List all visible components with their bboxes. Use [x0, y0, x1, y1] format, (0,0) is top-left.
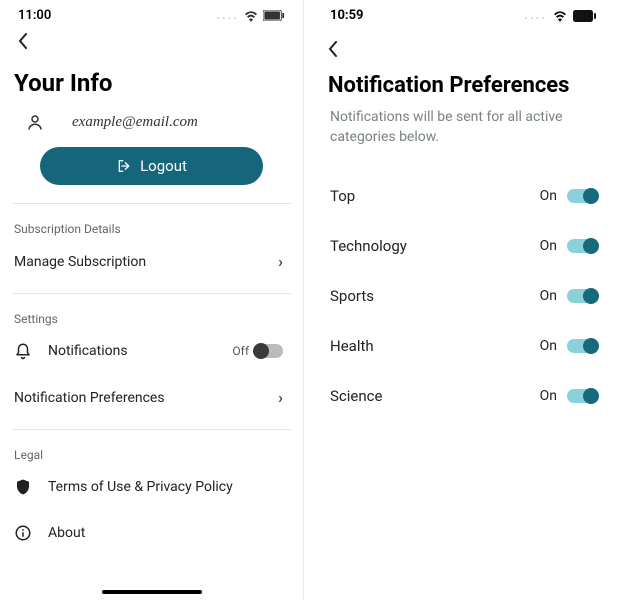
battery-icon: [573, 10, 597, 22]
divider: [12, 293, 291, 294]
toggle-thumb: [253, 343, 269, 359]
notifications-label: Notifications: [48, 343, 128, 359]
status-bar: 11:00 ....: [0, 0, 303, 27]
wifi-icon: [552, 10, 568, 22]
pref-state: On: [540, 288, 557, 304]
manage-subscription-label: Manage Subscription: [14, 254, 146, 270]
logout-icon: [116, 158, 132, 174]
notifications-item[interactable]: Notifications Off: [0, 328, 303, 374]
notification-preferences-item[interactable]: Notification Preferences ›: [0, 374, 303, 421]
back-button[interactable]: [0, 27, 303, 59]
divider: [12, 203, 291, 204]
toggle-thumb: [583, 388, 599, 404]
about-label: About: [48, 525, 85, 541]
wifi-icon: [243, 10, 259, 22]
page-subtitle: Notifications will be sent for all activ…: [330, 108, 597, 147]
manage-subscription-item[interactable]: Manage Subscription ›: [0, 238, 303, 285]
battery-icon: [263, 10, 285, 21]
home-indicator[interactable]: [102, 590, 202, 594]
pref-item-sports: Sports On: [312, 271, 615, 321]
page-title: Notification Preferences: [328, 73, 599, 98]
divider: [12, 429, 291, 430]
pref-label: Top: [330, 187, 355, 205]
your-info-screen: 11:00 .... Your Info example@email.com L…: [0, 0, 304, 600]
user-row: example@email.com: [0, 109, 303, 141]
pref-label: Science: [330, 387, 382, 405]
chevron-right-icon: ›: [278, 388, 283, 407]
toggle-track: [255, 344, 283, 358]
back-button[interactable]: [312, 27, 615, 67]
pref-item-top: Top On: [312, 171, 615, 221]
toggle-thumb: [583, 288, 599, 304]
status-time: 10:59: [330, 8, 364, 23]
pref-toggle[interactable]: [567, 289, 597, 303]
pref-state: On: [540, 338, 557, 354]
pref-item-health: Health On: [312, 321, 615, 371]
notification-preferences-label: Notification Preferences: [14, 390, 165, 406]
pref-item-science: Science On: [312, 371, 615, 421]
notifications-toggle[interactable]: Off: [232, 344, 283, 358]
notifications-state: Off: [232, 344, 249, 358]
user-email: example@email.com: [72, 114, 198, 131]
pref-label: Health: [330, 337, 374, 355]
status-icons: ....: [216, 8, 285, 23]
shield-icon: [14, 478, 32, 496]
notification-preferences-screen: 10:59 .... Notification Preferences Noti…: [304, 0, 623, 600]
pref-state: On: [540, 188, 557, 204]
chevron-right-icon: ›: [278, 252, 283, 271]
bell-icon: [14, 342, 32, 360]
pref-toggle[interactable]: [567, 239, 597, 253]
status-bar: 10:59 ....: [312, 0, 615, 27]
pref-toggle[interactable]: [567, 189, 597, 203]
toggle-thumb: [583, 188, 599, 204]
pref-label: Technology: [330, 237, 407, 255]
pref-label: Sports: [330, 287, 374, 305]
dots-icon: ....: [216, 8, 239, 23]
about-item[interactable]: About: [0, 510, 303, 556]
info-icon: [14, 524, 32, 542]
pref-state: On: [540, 238, 557, 254]
page-title: Your Info: [14, 69, 289, 97]
settings-label: Settings: [14, 312, 289, 326]
terms-label: Terms of Use & Privacy Policy: [48, 479, 233, 495]
legal-label: Legal: [14, 448, 289, 462]
pref-toggle[interactable]: [567, 339, 597, 353]
terms-item[interactable]: Terms of Use & Privacy Policy: [0, 464, 303, 510]
logout-button[interactable]: Logout: [40, 147, 263, 185]
pref-state: On: [540, 388, 557, 404]
toggle-thumb: [583, 238, 599, 254]
pref-item-technology: Technology On: [312, 221, 615, 271]
dots-icon: ....: [524, 8, 547, 23]
user-icon: [26, 113, 44, 131]
subscription-details-label: Subscription Details: [14, 222, 289, 236]
status-icons: ....: [524, 8, 597, 23]
pref-toggle[interactable]: [567, 389, 597, 403]
status-time: 11:00: [18, 8, 51, 23]
logout-label: Logout: [140, 157, 187, 175]
toggle-thumb: [583, 338, 599, 354]
